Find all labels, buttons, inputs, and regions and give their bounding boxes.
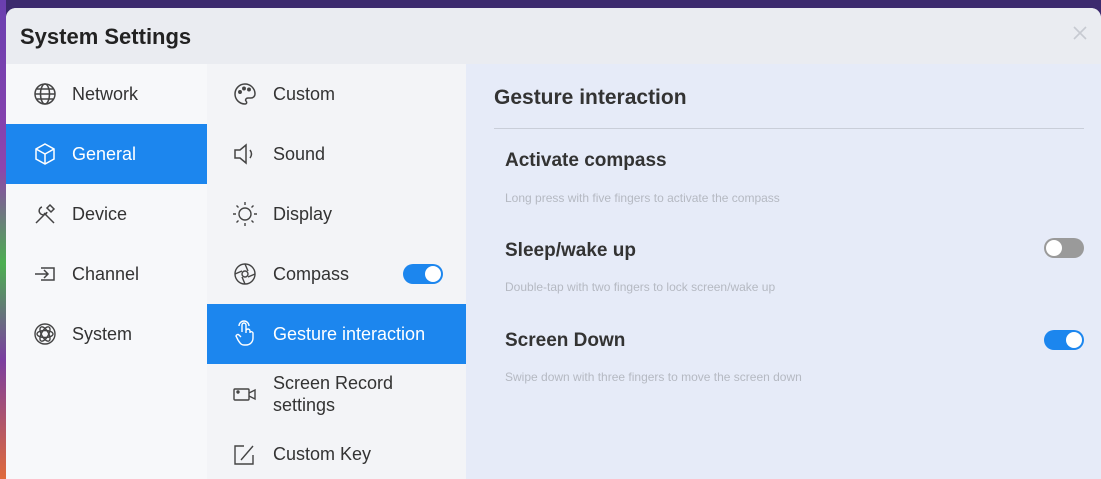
option-description-activate-compass: Long press with five fingers to activate… — [505, 191, 780, 205]
divider — [494, 128, 1084, 129]
submenu-item-compass[interactable]: Compass — [207, 244, 466, 304]
option-description-screen-down: Swipe down with three fingers to move th… — [505, 370, 802, 384]
submenu-item-display[interactable]: Display — [207, 184, 466, 244]
sidebar-item-label: Device — [72, 203, 128, 224]
sidebar-item-label: Channel — [72, 263, 140, 284]
window-title: System Settings — [20, 24, 192, 49]
palette-icon — [231, 80, 259, 108]
compass-icon — [231, 260, 259, 288]
submenu-item-label: Custom Key — [273, 443, 372, 464]
submenu-item-label: Screen Record settings — [273, 373, 394, 415]
submenu-item-label: Display — [273, 203, 333, 224]
submenu-item-sound[interactable]: Sound — [207, 124, 466, 184]
sidebar-item-label: Network — [72, 83, 139, 104]
sidebar-item-label: System — [72, 323, 133, 344]
submenu-item-label: Compass — [273, 263, 350, 284]
content-pane: Gesture interaction Activate compass Lon… — [466, 64, 1101, 479]
sidebar-item-network[interactable]: Network — [6, 64, 207, 124]
option-description-sleep-wake-up: Double-tap with two fingers to lock scre… — [505, 280, 776, 294]
video-camera-icon — [231, 380, 259, 408]
option-title-activate-compass: Activate compass — [505, 150, 667, 171]
edit-icon — [231, 440, 259, 468]
screen-down-toggle[interactable] — [1044, 330, 1084, 350]
sidebar-item-device[interactable]: Device — [6, 184, 207, 244]
settings-window: System Settings Network General Device C… — [6, 8, 1101, 479]
globe-icon — [32, 81, 58, 107]
sidebar-item-general[interactable]: General — [6, 124, 207, 184]
sidebar-item-channel[interactable]: Channel — [6, 244, 207, 304]
option-title-screen-down: Screen Down — [505, 330, 626, 351]
title-bar: System Settings — [6, 8, 1101, 64]
sidebar-item-system[interactable]: System — [6, 304, 207, 364]
option-title-sleep-wake-up: Sleep/wake up — [505, 240, 636, 261]
atom-icon — [32, 321, 58, 347]
cube-icon — [32, 141, 58, 167]
general-submenu: Custom Sound Display Compass Gesture int… — [207, 64, 466, 479]
category-sidebar: Network General Device Channel System — [6, 64, 207, 479]
sun-icon — [231, 200, 259, 228]
sleep-wake-up-toggle[interactable] — [1044, 238, 1084, 258]
submenu-item-label: Gesture interaction — [273, 323, 426, 344]
submenu-item-screen-record-settings[interactable]: Screen Record settings — [207, 364, 466, 424]
submenu-item-label: Custom — [273, 83, 336, 104]
input-icon — [32, 261, 58, 287]
sidebar-item-label: General — [72, 143, 137, 164]
close-icon[interactable] — [1069, 22, 1091, 44]
submenu-item-label: Sound — [273, 143, 326, 164]
submenu-item-custom-key[interactable]: Custom Key — [207, 424, 466, 479]
tools-icon — [32, 201, 58, 227]
submenu-item-custom[interactable]: Custom — [207, 64, 466, 124]
hand-pointer-icon — [231, 320, 259, 348]
speaker-icon — [231, 140, 259, 168]
desktop-top-edge — [0, 0, 1101, 8]
compass-toggle[interactable] — [403, 264, 443, 284]
submenu-item-gesture-interaction[interactable]: Gesture interaction — [207, 304, 466, 364]
page-title: Gesture interaction — [494, 86, 687, 109]
